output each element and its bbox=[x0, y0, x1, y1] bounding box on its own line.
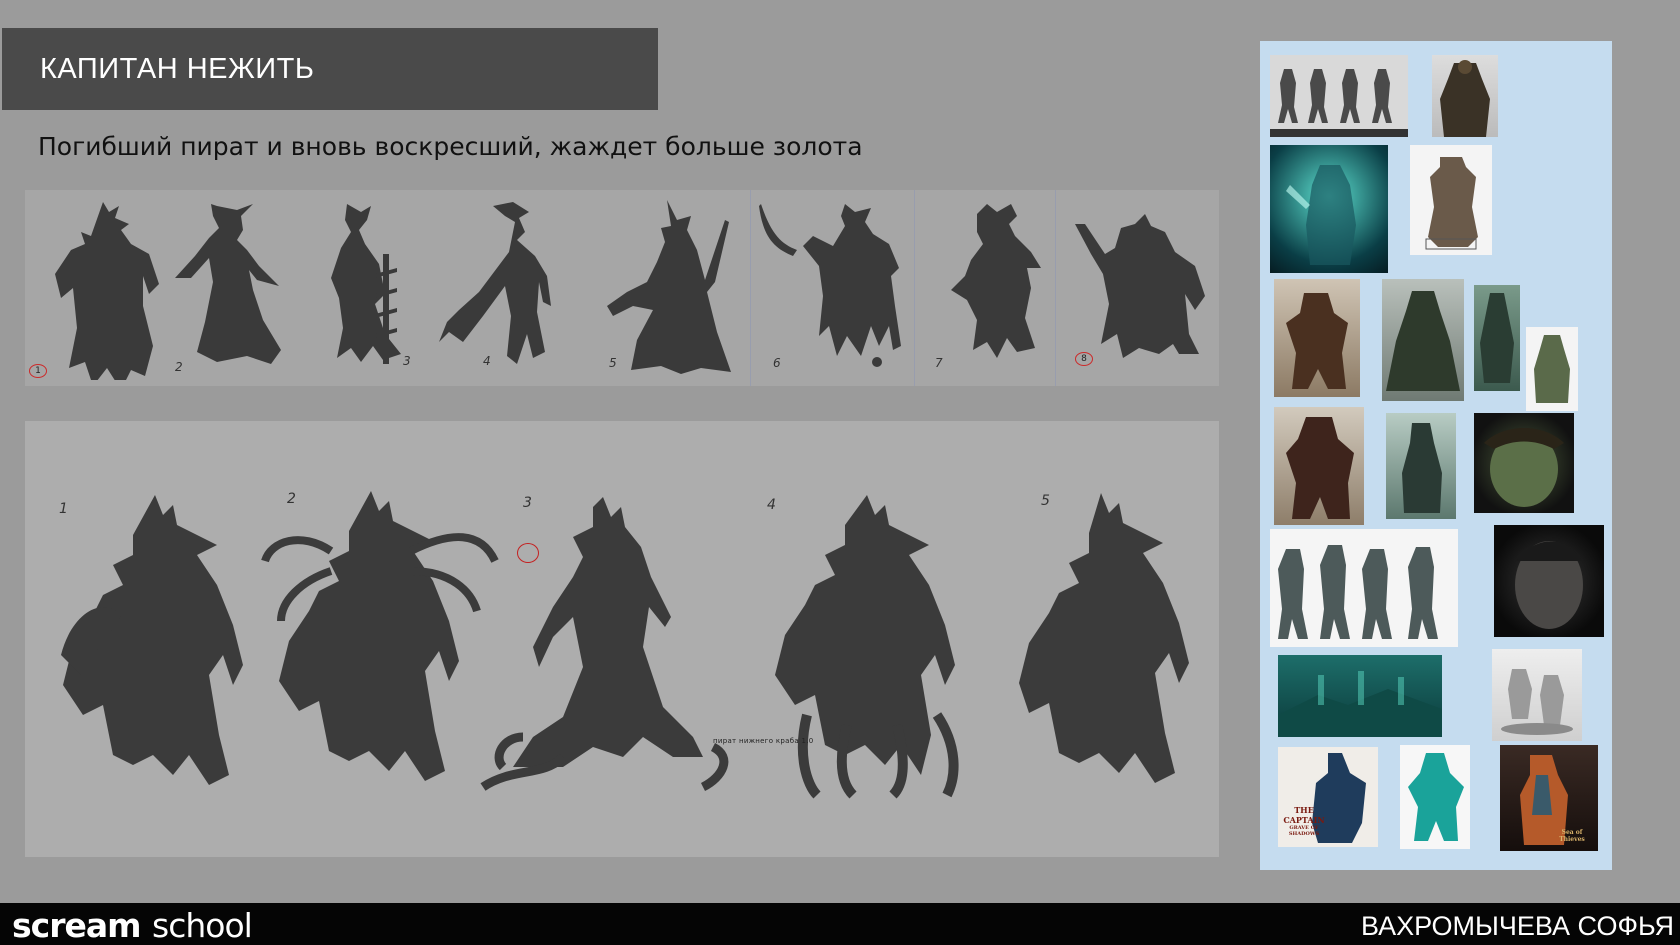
poster-title: THE CAPTAIN bbox=[1283, 805, 1325, 825]
ref-teal-ghost-pirate bbox=[1400, 745, 1470, 849]
ref-kraken-face bbox=[1474, 413, 1574, 513]
silhouette-sketch-panel: 1 2 3 4 5 6 7 8 bbox=[25, 190, 1219, 386]
silhouette-5 bbox=[607, 200, 731, 374]
ref-corsair-concept bbox=[1274, 279, 1360, 397]
ref-drowned-figure bbox=[1474, 285, 1520, 391]
selected-marker-8: 8 bbox=[1075, 352, 1093, 366]
silhouette-label-6: 6 bbox=[773, 356, 781, 370]
poster-subtitle: GRAVE OF SHADOWS bbox=[1288, 825, 1320, 837]
silhouette-label-2: 2 bbox=[175, 360, 183, 374]
ref-crew-lineup bbox=[1270, 529, 1458, 647]
slide-subtitle: Погибший пират и вновь воскресший, жажде… bbox=[38, 132, 863, 161]
silhouette-label-5: 5 bbox=[609, 356, 617, 370]
ref-armored-figure bbox=[1432, 55, 1498, 137]
slide-title-bar: КАПИТАН НЕЖИТЬ bbox=[2, 28, 658, 110]
silhouette-label-4: 4 bbox=[483, 354, 491, 368]
sketch-note: пират нижнего краба 1.0 bbox=[713, 737, 814, 745]
school-logo-light: school bbox=[152, 906, 253, 945]
ref-robed-captain bbox=[1382, 279, 1464, 401]
silhouette-4 bbox=[439, 202, 551, 364]
silhouette-7 bbox=[951, 204, 1041, 358]
game-logo: Sea of Thieves bbox=[1559, 829, 1585, 843]
author-name: ВАХРОМЫЧЕВА СОФЬЯ bbox=[1360, 911, 1674, 941]
character-variant-panel: 1 2 3 4 5 пират нижнего краба 1.0 bbox=[25, 421, 1219, 857]
silhouette-3 bbox=[331, 204, 401, 364]
ref-turnaround-sheet bbox=[1270, 55, 1408, 137]
panel-divider bbox=[1055, 190, 1056, 386]
footer-bar: scream school ВАХРОМЫЧЕВА СОФЬЯ bbox=[0, 903, 1680, 945]
variant-3 bbox=[480, 497, 729, 792]
ref-underwater-scene bbox=[1278, 655, 1442, 737]
selected-marker-1: 1 bbox=[29, 364, 47, 378]
ref-undead-warrior bbox=[1274, 407, 1364, 525]
silhouette-label-7: 7 bbox=[935, 356, 943, 370]
variant-1 bbox=[61, 495, 243, 785]
ref-miniature-figures bbox=[1492, 649, 1582, 741]
ref-davy-jones-portrait bbox=[1494, 525, 1604, 637]
silhouette-1 bbox=[55, 202, 159, 380]
ref-ghost-pirate bbox=[1270, 145, 1388, 273]
ref-sea-of-thieves-captain: Sea of Thieves bbox=[1500, 745, 1598, 851]
silhouette-label-3: 3 bbox=[403, 354, 411, 368]
ref-captain-poster: THE CAPTAIN GRAVE OF SHADOWS bbox=[1278, 747, 1378, 847]
ref-ghoul-figure bbox=[1386, 413, 1456, 519]
variant-4 bbox=[775, 495, 959, 799]
reference-board: THE CAPTAIN GRAVE OF SHADOWS Sea of Thie… bbox=[1260, 41, 1612, 870]
slide-title: КАПИТАН НЕЖИТЬ bbox=[40, 52, 315, 85]
panel-divider bbox=[914, 190, 915, 386]
ref-tentacle-sketch bbox=[1526, 327, 1578, 411]
variant-5 bbox=[1019, 493, 1189, 783]
school-logo-bold: scream bbox=[12, 906, 142, 945]
panel-divider bbox=[750, 190, 751, 386]
ref-skeleton-pirate-sketch bbox=[1410, 145, 1492, 255]
silhouette-6 bbox=[759, 204, 901, 367]
silhouette-2 bbox=[175, 204, 281, 364]
